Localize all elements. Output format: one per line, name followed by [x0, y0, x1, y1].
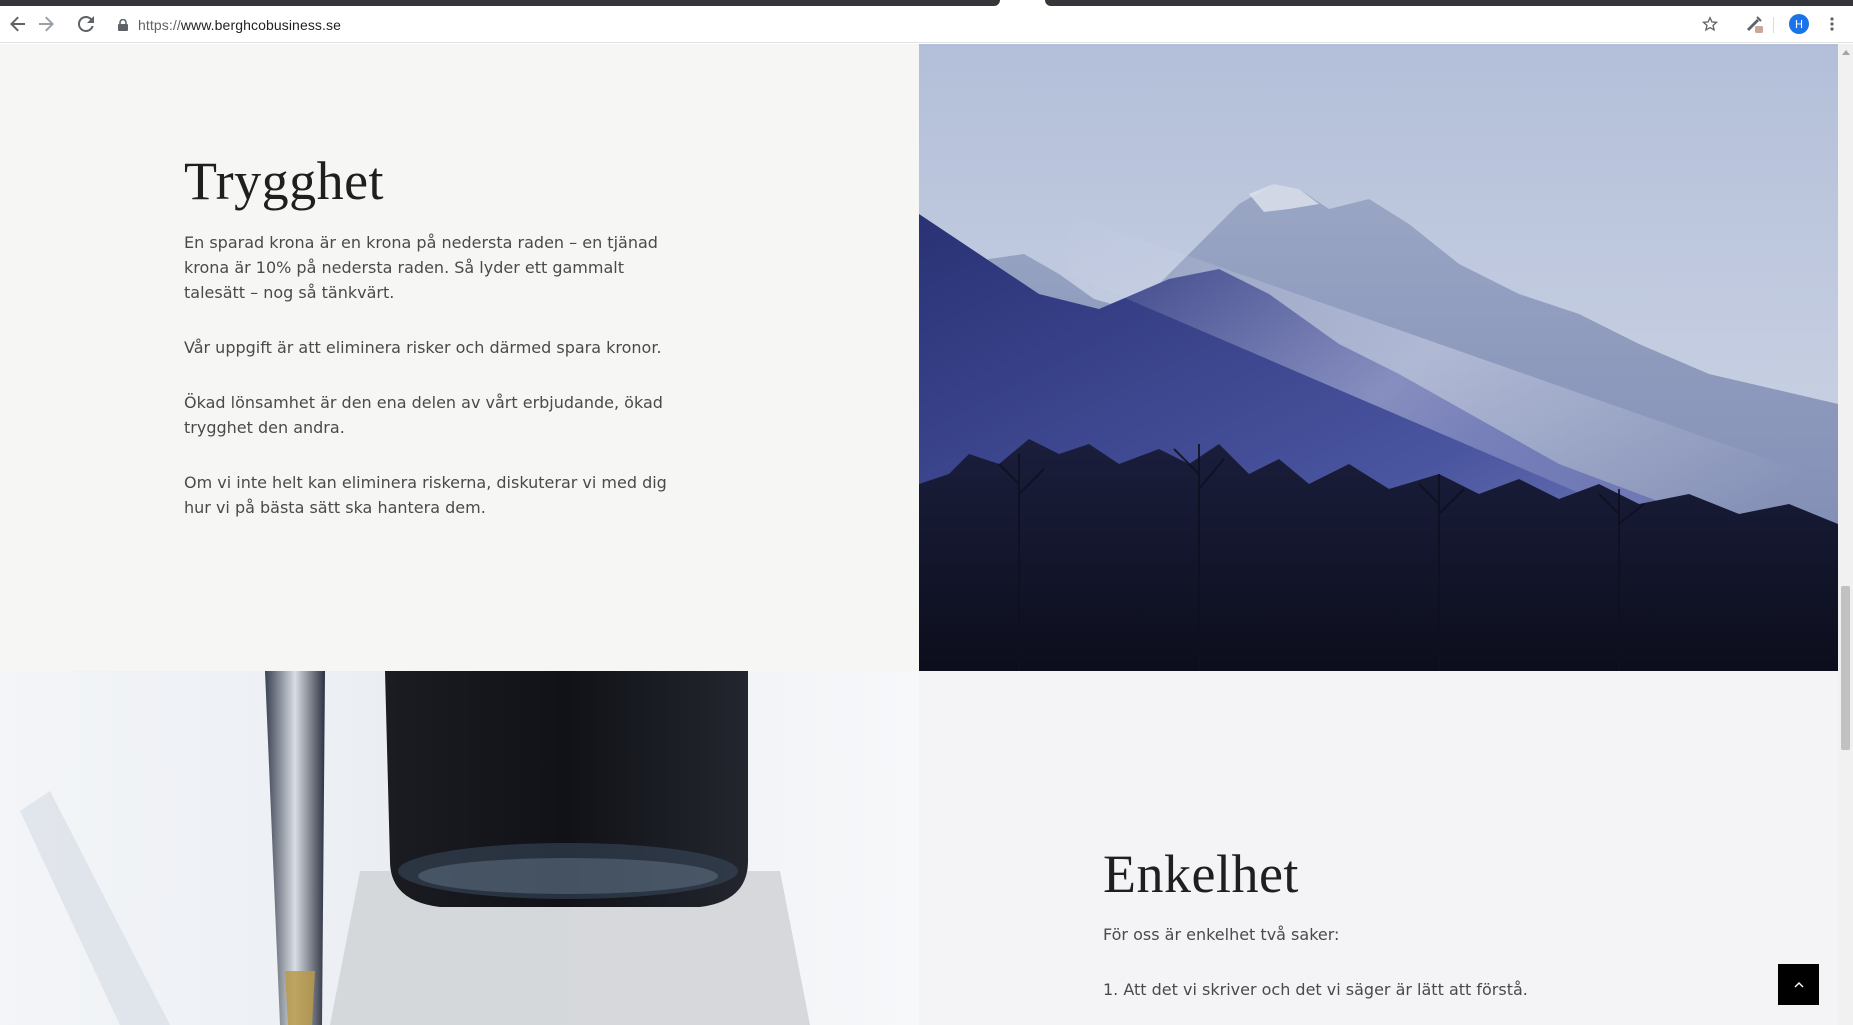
enkelhet-paragraph: För oss är enkelhet två saker:	[1103, 925, 1340, 944]
toolbar-separator	[1773, 17, 1774, 33]
kebab-menu-icon	[1830, 17, 1834, 31]
trygghet-heading: Trygghet	[184, 151, 385, 211]
page-scrollbar[interactable]	[1838, 44, 1853, 1025]
forward-button[interactable]	[32, 10, 60, 38]
enkelhet-body: För oss är enkelhet två saker: 1. Att de…	[1103, 922, 1608, 1025]
url-host: www.berghcobusiness.se	[180, 17, 341, 33]
scrollbar-thumb[interactable]	[1841, 586, 1850, 750]
trygghet-paragraph: Vår uppgift är att eliminera risker och …	[184, 338, 662, 357]
ink-bottle-pen-image	[0, 671, 919, 1025]
lock-icon	[118, 19, 128, 31]
forward-arrow-icon	[39, 16, 54, 32]
extension-button[interactable]	[1740, 10, 1768, 38]
enkelhet-heading: Enkelhet	[1103, 844, 1299, 904]
chevron-up-icon	[1794, 981, 1803, 987]
trygghet-paragraph: Ökad lönsamhet är den ena delen av vårt …	[184, 393, 663, 437]
extension-icon	[1747, 16, 1763, 33]
reload-icon	[78, 16, 94, 32]
trygghet-section: Trygghet En sparad krona är en krona på …	[0, 44, 919, 671]
trygghet-paragraph: Om vi inte helt kan eliminera riskerna, …	[184, 473, 667, 517]
back-button[interactable]	[4, 10, 32, 38]
trygghet-body: En sparad krona är en krona på nedersta …	[184, 230, 689, 550]
browser-menu-button[interactable]	[1818, 10, 1846, 38]
page-viewport: Trygghet En sparad krona är en krona på …	[0, 44, 1838, 1025]
reload-button[interactable]	[72, 10, 100, 38]
enkelhet-section: Enkelhet För oss är enkelhet två saker: …	[919, 671, 1838, 1025]
mountain-landscape-image	[919, 44, 1838, 671]
profile-avatar[interactable]: H	[1789, 14, 1809, 34]
url-scheme: https://	[138, 17, 181, 33]
enkelhet-paragraph: 1. Att det vi skriver och det vi säger ä…	[1103, 980, 1528, 999]
browser-toolbar: https://www.berghcobusiness.se H	[0, 6, 1853, 43]
scroll-up-arrow-icon[interactable]	[1838, 44, 1853, 59]
address-bar[interactable]: https://www.berghcobusiness.se	[118, 14, 341, 36]
star-icon	[1702, 16, 1718, 32]
bookmark-button[interactable]	[1696, 10, 1724, 38]
trygghet-paragraph: En sparad krona är en krona på nedersta …	[184, 233, 658, 302]
back-to-top-button[interactable]	[1778, 964, 1819, 1005]
back-arrow-icon	[10, 16, 25, 32]
